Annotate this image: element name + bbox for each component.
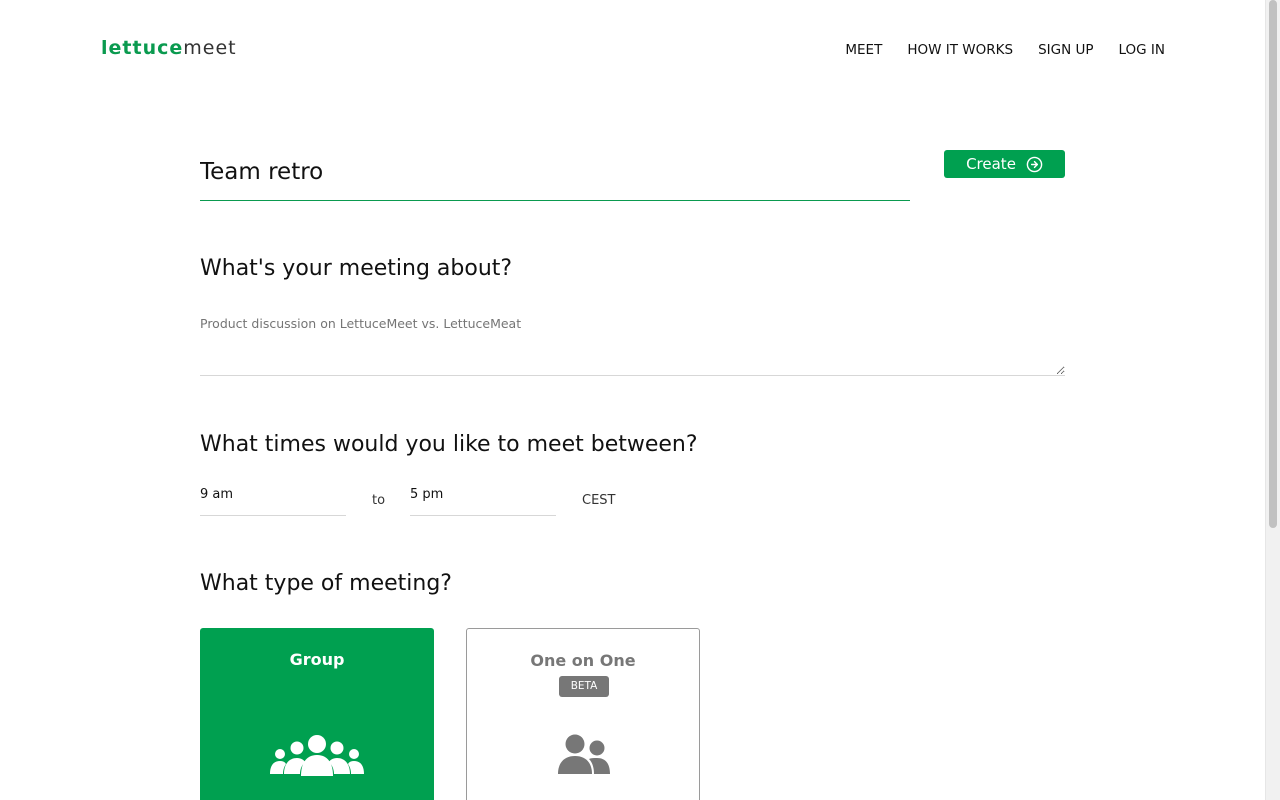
top-nav: MEET HOW IT WORKS SIGN UP LOG IN: [845, 42, 1165, 58]
meeting-type-group-card[interactable]: Group: [200, 628, 434, 800]
logo[interactable]: lettucemeet: [101, 37, 237, 59]
end-time-input[interactable]: [410, 482, 556, 516]
create-button[interactable]: Create: [944, 150, 1065, 178]
beta-badge: BETA: [559, 676, 609, 697]
scrollbar-thumb[interactable]: [1269, 0, 1277, 528]
one-on-one-card-title: One on One: [530, 651, 636, 670]
times-heading: What times would you like to meet betwee…: [200, 432, 698, 457]
page: lettucemeet MEET HOW IT WORKS SIGN UP LO…: [0, 0, 1280, 800]
nav-sign-up[interactable]: SIGN UP: [1038, 42, 1093, 58]
group-icon: [270, 735, 364, 776]
nav-how-it-works[interactable]: HOW IT WORKS: [907, 42, 1013, 58]
type-heading: What type of meeting?: [200, 571, 452, 596]
event-title-input[interactable]: [200, 144, 910, 201]
to-label: to: [372, 493, 386, 508]
nav-meet[interactable]: MEET: [845, 42, 882, 58]
page-scrollbar[interactable]: [1265, 0, 1280, 800]
description-textarea[interactable]: [200, 316, 1065, 376]
nav-log-in[interactable]: LOG IN: [1119, 42, 1166, 58]
create-button-label: Create: [966, 155, 1016, 173]
arrow-circle-right-icon: [1026, 156, 1043, 172]
logo-lettuce: lettuce: [101, 37, 184, 59]
meeting-type-one-on-one-card[interactable]: One on One BETA: [466, 628, 700, 800]
logo-meet: meet: [183, 37, 237, 59]
timezone-label[interactable]: CEST: [582, 493, 615, 508]
about-heading: What's your meeting about?: [200, 256, 513, 281]
two-users-icon: [558, 734, 610, 774]
group-card-title: Group: [289, 650, 345, 669]
start-time-input[interactable]: [200, 482, 346, 516]
